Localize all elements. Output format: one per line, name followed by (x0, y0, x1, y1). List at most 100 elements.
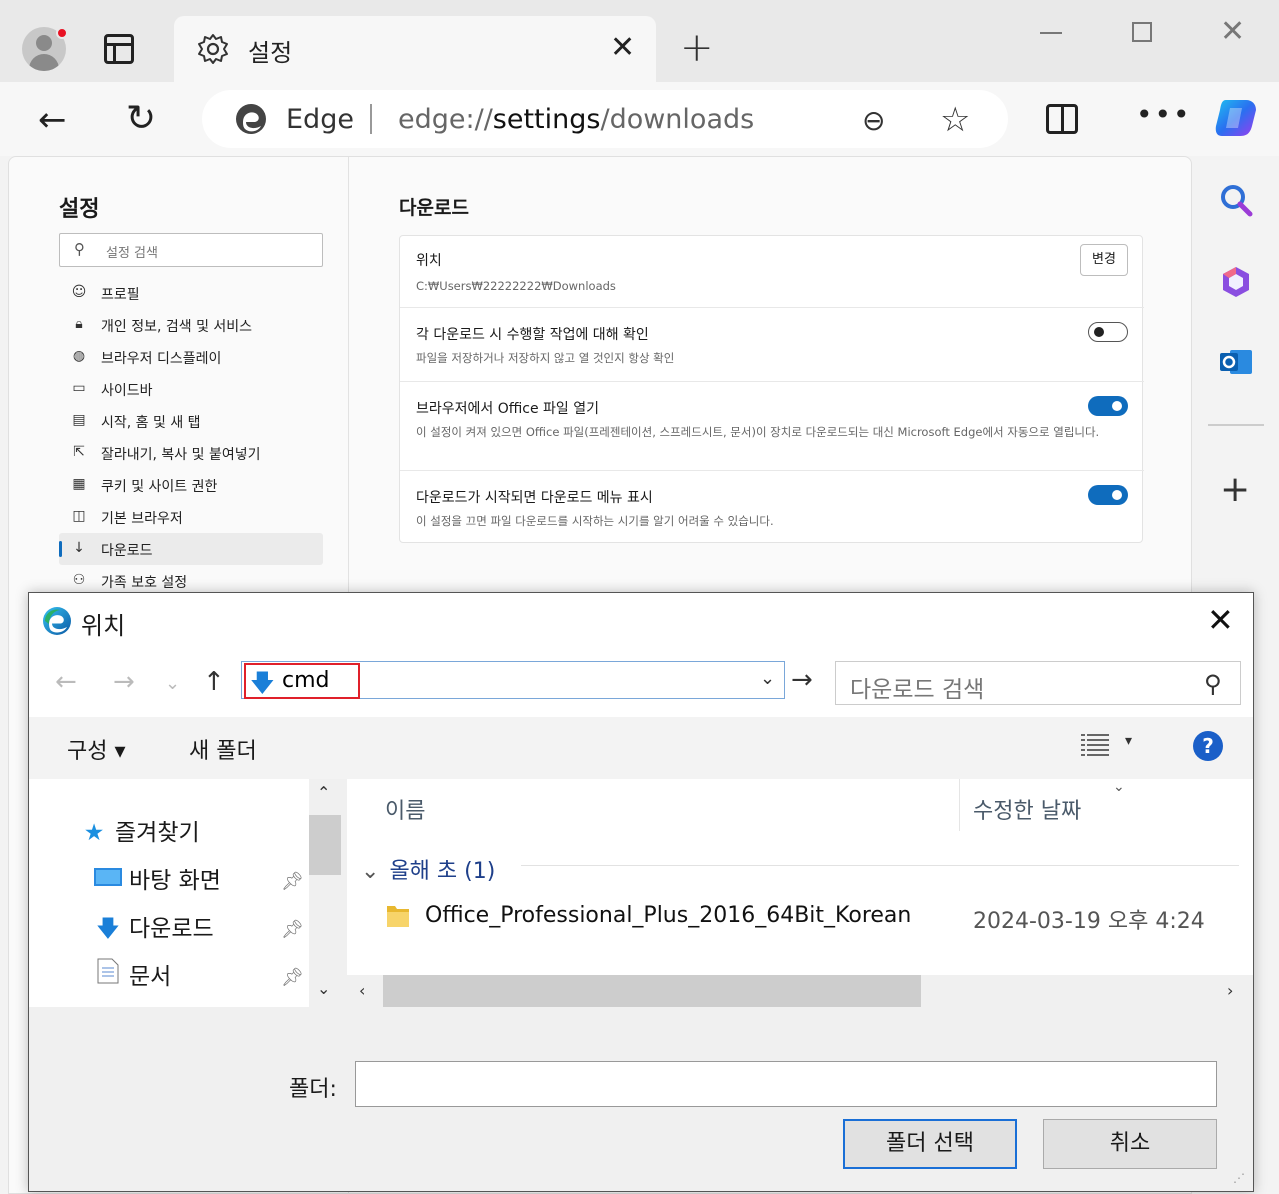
section-title: 다운로드 (399, 197, 469, 219)
maximize-button[interactable] (1132, 22, 1152, 42)
dialog-close-icon[interactable]: ✕ (1207, 601, 1234, 639)
dialog-search-placeholder: 다운로드 검색 (850, 677, 985, 703)
scroll-down-icon[interactable]: ⌄ (317, 979, 330, 998)
nav-item-copy-paste[interactable]: ⇱ 잘라내기, 복사 및 붙여넣기 (59, 437, 323, 469)
home-tab-icon: ▤ (72, 412, 86, 428)
back-arrow-icon[interactable]: ← (55, 667, 77, 697)
pin-icon: 📌︎ (281, 871, 304, 892)
outlook-icon[interactable] (1218, 344, 1254, 380)
dialog-search-input[interactable]: 다운로드 검색 ⚲ (835, 661, 1241, 705)
scroll-left-icon[interactable]: ‹ (359, 981, 365, 1000)
nav-item-downloads[interactable]: ↓ 다운로드 (59, 533, 323, 565)
more-options-icon[interactable]: ••• (1136, 98, 1192, 131)
address-bar[interactable]: Edge edge://settings/downloads ⊖ ☆ (202, 90, 1008, 148)
forward-arrow-icon[interactable]: → (113, 667, 135, 697)
tree-vertical-scrollbar[interactable]: ⌃ ⌄ (309, 779, 341, 1007)
view-dropdown-chevron-icon[interactable]: ▾ (1125, 733, 1132, 749)
tab-settings[interactable]: 설정 ✕ (174, 16, 656, 82)
path-dropdown-chevron-icon[interactable]: ⌄ (760, 668, 775, 689)
tab-close-icon[interactable]: ✕ (610, 31, 635, 65)
navigation-bar: ← ↻ Edge edge://settings/downloads ⊖ ☆ •… (0, 82, 1279, 156)
settings-search-input[interactable]: ⚲ 설정 검색 (59, 233, 323, 267)
column-separator[interactable] (959, 779, 960, 831)
split-screen-icon[interactable] (1046, 104, 1078, 134)
cancel-button[interactable]: 취소 (1043, 1119, 1217, 1169)
up-arrow-icon[interactable]: ↑ (203, 667, 225, 697)
scroll-thumb[interactable] (309, 815, 341, 875)
add-sidebar-app-icon[interactable]: + (1220, 472, 1250, 508)
nav-item-cookies[interactable]: ▦ 쿠키 및 사이트 권한 (59, 469, 323, 501)
settings-heading: 설정 (59, 197, 100, 222)
back-arrow-icon[interactable]: ← (38, 100, 67, 140)
help-button[interactable]: ? (1193, 731, 1223, 761)
tab-title: 설정 (248, 39, 293, 67)
resize-grip-icon[interactable]: ⋰ (1233, 1171, 1246, 1185)
new-tab-button[interactable]: + (680, 28, 714, 68)
folder-field[interactable] (355, 1061, 1217, 1107)
copilot-icon[interactable] (1212, 96, 1260, 140)
recent-locations-chevron-icon[interactable]: ⌄ (165, 673, 180, 694)
scroll-right-icon[interactable]: › (1227, 981, 1233, 1000)
minimize-button[interactable] (1040, 32, 1062, 34)
show-menu-title: 다운로드가 시작되면 다운로드 메뉴 표시 (416, 490, 653, 506)
address-brand: Edge (286, 104, 354, 135)
nav-item-start-home[interactable]: ▤ 시작, 홈 및 새 탭 (59, 405, 323, 437)
nav-item-display[interactable]: ◍ 브라우저 디스플레이 (59, 341, 323, 373)
office-open-toggle[interactable] (1088, 396, 1128, 416)
nav-item-default-browser[interactable]: ◫ 기본 브라우저 (59, 501, 323, 533)
show-menu-row: 다운로드가 시작되면 다운로드 메뉴 표시 이 설정을 끄면 파일 다운로드를 … (400, 471, 1144, 543)
scroll-up-icon[interactable]: ⌃ (317, 783, 330, 802)
search-icon[interactable] (1218, 182, 1254, 218)
location-title: 위치 (416, 253, 442, 269)
window-close-button[interactable]: ✕ (1220, 14, 1245, 49)
new-folder-button[interactable]: 새 폴더 (189, 733, 257, 765)
download-icon: 🡇 (250, 669, 275, 697)
family-icon: ⚇ (72, 572, 86, 588)
ask-each-row: 각 다운로드 시 수행할 작업에 대해 확인 파일을 저장하거나 저장하지 않고… (400, 308, 1144, 382)
file-list-horizontal-scrollbar[interactable]: ‹ › (347, 975, 1253, 1007)
edge-logo-icon (236, 104, 266, 134)
refresh-icon[interactable]: ↻ (126, 98, 156, 139)
location-path: C:₩Users₩22222222₩Downloads (416, 279, 616, 293)
downloads-card: 위치 C:₩Users₩22222222₩Downloads 변경 각 다운로드… (399, 235, 1144, 543)
list-item[interactable]: Office_Professional_Plus_2016_64Bit_Kore… (387, 899, 1247, 939)
desktop-icon (93, 866, 123, 894)
go-arrow-icon[interactable]: → (791, 665, 813, 695)
organize-button[interactable]: 구성 ▾ (67, 733, 126, 765)
office-open-row: 브라우저에서 Office 파일 열기 이 설정이 켜져 있으면 Office … (400, 382, 1144, 471)
show-menu-toggle[interactable] (1088, 485, 1128, 505)
change-location-button[interactable]: 변경 (1080, 244, 1128, 276)
cookie-icon: ▦ (72, 476, 86, 492)
column-header-modified[interactable]: 수정한 날짜 (973, 793, 1081, 825)
select-folder-button[interactable]: 폴더 선택 (843, 1119, 1017, 1169)
nav-item-privacy[interactable]: 🔒︎ 개인 정보, 검색 및 서비스 (59, 309, 323, 341)
tree-item-downloads[interactable]: 🡇 다운로드 (93, 909, 213, 949)
path-input[interactable]: 🡇 cmd ⌄ (241, 661, 785, 699)
tree-item-desktop[interactable]: 바탕 화면 (93, 861, 221, 901)
copilot-hex-icon[interactable] (1218, 264, 1254, 300)
nav-item-profile[interactable]: ☺ 프로필 (59, 277, 323, 309)
show-menu-desc: 이 설정을 끄면 파일 다운로드를 시작하는 시기를 알기 어려울 수 있습니다… (416, 514, 774, 528)
document-icon (93, 958, 123, 990)
search-placeholder: 설정 검색 (106, 246, 158, 261)
file-modified: 2024-03-19 오후 4:24 (973, 909, 1205, 934)
ask-each-toggle[interactable] (1088, 322, 1128, 342)
column-header-name[interactable]: 이름 (385, 793, 425, 825)
dialog-title: 위치 (81, 612, 126, 640)
tree-item-favorites[interactable]: ★ 즐겨찾기 (79, 813, 200, 853)
nav-item-sidebar[interactable]: ▭ 사이드바 (59, 373, 323, 405)
folder-picker-dialog: 위치 ✕ ← → ⌄ ↑ 🡇 cmd ⌄ → 다운로드 검색 ⚲ 구성 ▾ 새 … (28, 592, 1254, 1192)
chevron-down-icon: ⌄ (361, 859, 380, 884)
favorite-star-icon[interactable]: ☆ (940, 100, 970, 140)
zoom-out-icon[interactable]: ⊖ (862, 104, 885, 137)
sidebar-divider (1208, 424, 1264, 426)
search-icon: ⚲ (1204, 670, 1222, 698)
tree-item-documents[interactable]: 문서 (93, 957, 171, 997)
scroll-thumb[interactable] (383, 975, 921, 1007)
browser-icon: ◫ (72, 508, 86, 524)
group-header[interactable]: ⌄ 올해 초 (1) (361, 853, 495, 885)
view-options-icon[interactable] (1081, 733, 1109, 757)
lock-icon: 🔒︎ (75, 316, 83, 332)
url-text[interactable]: edge://settings/downloads (398, 104, 754, 135)
tab-actions-icon[interactable] (104, 34, 134, 64)
